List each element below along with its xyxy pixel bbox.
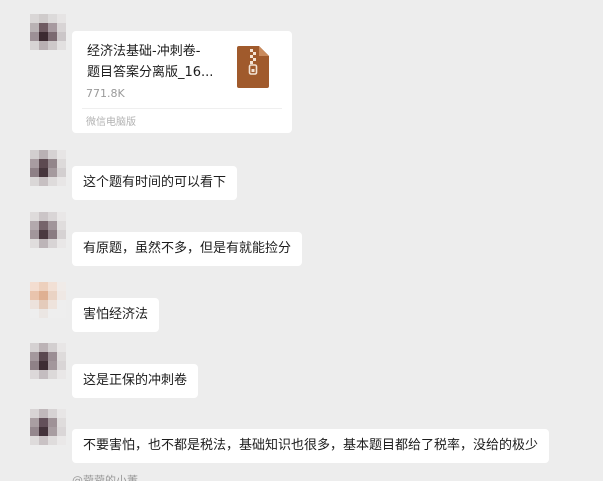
chat-window: 经济法基础-冲刺卷- 题目答案分离版_16... 771.8K 微信电脑版 这个… [0,0,603,481]
file-name-line-1: 经济法基础-冲刺卷- [87,44,201,59]
avatar[interactable] [30,150,66,186]
avatar[interactable] [30,282,66,318]
message-text: 有原题，虽然不多，但是有就能捡分 [83,241,292,256]
file-name-line-2: 题目答案分离版_16... [87,65,214,80]
message-bubble[interactable]: 这是正保的冲刺卷 [72,364,199,398]
message-bubble[interactable]: 不要害怕，也不都是税法，基础知识也很多，基本题目都给了税率，没给的极少 [72,429,550,463]
message-text: 这个题有时间的可以看下 [83,175,227,190]
file-name: 经济法基础-冲刺卷- 题目答案分离版_16... [87,41,227,83]
avatar[interactable] [30,14,66,50]
file-size: 771.8K [86,87,125,100]
file-source-label: 微信电脑版 [86,117,136,128]
zip-file-icon [237,46,269,88]
avatar[interactable] [30,409,66,445]
message-text: 这是正保的冲刺卷 [83,373,188,388]
message-bubble[interactable]: 这个题有时间的可以看下 [72,166,238,200]
file-message[interactable]: 经济法基础-冲刺卷- 题目答案分离版_16... 771.8K 微信电脑版 [72,31,292,133]
avatar[interactable] [30,212,66,248]
sender-name-partial: @菀菀的小董 [72,474,138,481]
message-bubble[interactable]: 有原题，虽然不多，但是有就能捡分 [72,232,303,266]
message-bubble[interactable]: 害怕经济法 [72,298,160,332]
message-text: 不要害怕，也不都是税法，基础知识也很多，基本题目都给了税率，没给的极少 [83,438,539,453]
divider [82,108,282,109]
message-text: 害怕经济法 [83,307,149,322]
avatar[interactable] [30,343,66,379]
